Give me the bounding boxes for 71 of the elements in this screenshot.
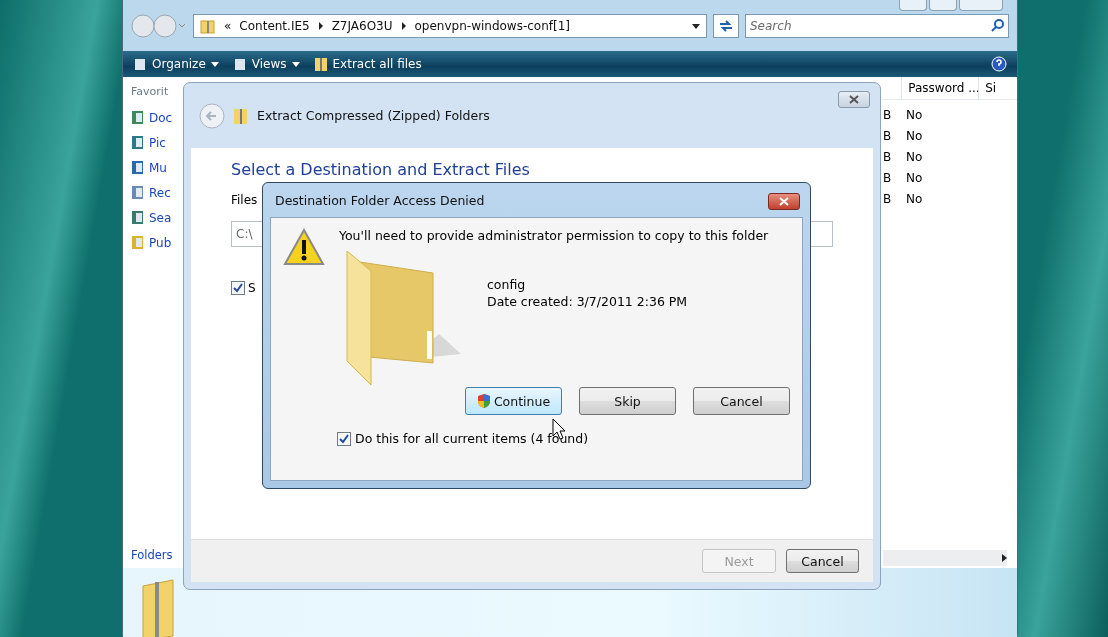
breadcrumb[interactable]: Z7JA6O3U — [331, 19, 393, 33]
dropdown-icon — [210, 61, 219, 67]
column-header[interactable]: Password ... — [901, 77, 979, 99]
search-field[interactable]: Search — [745, 14, 1009, 38]
column-header[interactable]: Si — [978, 77, 1017, 99]
field-label: Files — [231, 193, 258, 207]
dropdown-icon[interactable] — [692, 23, 700, 29]
checkbox[interactable] — [337, 431, 351, 446]
zip-folder-icon — [200, 18, 216, 34]
refresh-icon — [719, 20, 733, 32]
checkbox-label: S — [248, 281, 256, 295]
breadcrumb[interactable]: openvpn-windows-conf[1] — [414, 19, 570, 33]
table-cell-text: No — [905, 128, 924, 143]
continue-button[interactable]: Continue — [465, 387, 562, 415]
favorite-link[interactable]: Pic — [131, 133, 185, 152]
skip-button[interactable]: Skip — [579, 387, 676, 415]
close-button[interactable] — [838, 91, 870, 108]
horizontal-scrollbar[interactable] — [883, 550, 1007, 566]
library-icon — [131, 235, 145, 250]
date-created: Date created: 3/7/2011 2:36 PM — [487, 294, 688, 309]
warning-icon — [283, 228, 325, 266]
favorite-link[interactable]: Pub — [131, 233, 185, 252]
wizard-title: Extract Compressed (Zipped) Folders — [257, 108, 490, 123]
dialog-title: Destination Folder Access Denied — [275, 192, 485, 208]
close-button[interactable] — [768, 193, 800, 210]
table-cell: B — [883, 107, 893, 122]
folders-link[interactable]: Folders — [131, 544, 173, 566]
library-icon — [131, 185, 145, 200]
checkmark-icon — [339, 433, 349, 444]
table-cell-text: No — [905, 191, 924, 206]
library-icon — [131, 210, 145, 225]
checkmark-icon — [233, 283, 243, 293]
table-cell: B — [883, 191, 893, 206]
table-cell-text: No — [905, 170, 924, 185]
checkbox-label: Do this for all current items (4 found) — [355, 431, 589, 446]
wizard-heading: Select a Destination and Extract Files — [231, 160, 530, 179]
help-icon[interactable] — [991, 56, 1007, 72]
favorite-link[interactable]: Mu — [131, 158, 185, 177]
cancel-button[interactable]: Cancel — [693, 387, 790, 415]
table-cell: B — [883, 149, 893, 164]
toolbar-button[interactable]: Views — [232, 57, 300, 71]
chevron-right-icon — [317, 22, 324, 30]
table-cell-text: No — [905, 107, 924, 122]
zip-folder-icon — [313, 56, 328, 72]
favorite-link[interactable]: Sea — [131, 208, 185, 227]
scroll-right-icon[interactable] — [1002, 554, 1007, 562]
library-icon — [131, 160, 145, 175]
close-icon — [848, 95, 860, 104]
library-icon — [131, 110, 145, 125]
breadcrumb[interactable]: Content.IE5 — [239, 19, 310, 33]
checkbox[interactable] — [231, 281, 245, 295]
refresh-button[interactable] — [713, 14, 739, 38]
cancel-button[interactable]: Cancel — [786, 549, 859, 573]
favorite-link[interactable]: Doc — [131, 108, 185, 127]
breadcrumb[interactable]: « — [224, 19, 232, 33]
dialog-message: You'll need to provide administrator permission to copy to this folder — [339, 228, 769, 243]
table-cell: B — [883, 128, 893, 143]
library-icon — [131, 135, 145, 150]
search-icon[interactable] — [991, 19, 1004, 32]
folder-name: config — [487, 277, 527, 292]
chevron-right-icon — [400, 22, 407, 30]
table-cell-text: No — [905, 149, 924, 164]
toolbar-button[interactable]: Organize — [133, 57, 219, 71]
table-cell: B — [883, 170, 893, 185]
toolbar-button[interactable]: Extract all files — [313, 56, 422, 72]
zip-folder-icon — [233, 106, 249, 125]
favorites-heading: Favorit — [131, 85, 170, 98]
close-icon — [778, 197, 790, 206]
favorite-link[interactable]: Rec — [131, 183, 185, 202]
address-bar[interactable]: « Content.IE5 Z7JA6O3U openvpn-windows-conf[1] — [193, 14, 707, 38]
dropdown-icon — [291, 61, 300, 67]
